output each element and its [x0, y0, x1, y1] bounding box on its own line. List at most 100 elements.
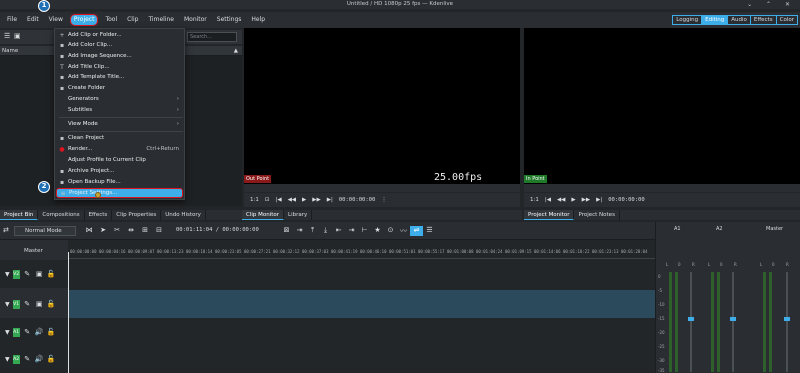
clip-next-icon[interactable]: ▶|: [327, 197, 333, 203]
collapse-icon[interactable]: ▼: [5, 329, 10, 336]
clip-marker-icon[interactable]: ⊡: [265, 197, 270, 203]
track-v1[interactable]: ▼ V1 ✎ ▣ 🔓: [0, 290, 655, 318]
project-forward-icon[interactable]: ▶▶: [582, 197, 590, 203]
menu-adjust-profile[interactable]: Adjust Profile to Current Clip: [56, 155, 183, 165]
snap-icon[interactable]: ⊙: [384, 226, 397, 236]
hide-icon[interactable]: ▣: [35, 270, 44, 278]
bin-folder-icon[interactable]: ▣: [14, 32, 21, 40]
project-monitor-ruler[interactable]: [524, 184, 800, 192]
menu-settings[interactable]: Settings: [212, 12, 247, 28]
bin-header-collapse-icon[interactable]: ▲: [234, 46, 238, 56]
clip-prev-icon[interactable]: |◀: [275, 197, 281, 203]
clip-monitor-ruler[interactable]: [244, 184, 520, 192]
clip-zoom-select[interactable]: 1:1: [250, 197, 259, 203]
menu-generators[interactable]: Generators ›: [56, 94, 183, 104]
track-tag[interactable]: V2: [12, 269, 20, 279]
tab-clip-properties[interactable]: Clip Properties: [112, 210, 162, 220]
tab-clip-monitor[interactable]: Clip Monitor: [242, 210, 285, 220]
effect-icon[interactable]: ✎: [23, 355, 32, 363]
project-rewind-icon[interactable]: ◀◀: [557, 197, 565, 203]
select-tool-icon[interactable]: ➤: [96, 226, 110, 234]
clip-more-icon[interactable]: ⋮: [381, 197, 387, 203]
project-next-icon[interactable]: ▶|: [596, 197, 602, 203]
timeline-timecode[interactable]: 00:01:11:04 / 00:00:00:00: [176, 227, 259, 233]
timeline-menu-icon[interactable]: ☰: [423, 226, 436, 236]
menu-monitor[interactable]: Monitor: [179, 12, 212, 28]
project-monitor-display[interactable]: [524, 28, 800, 174]
cut-tool-icon[interactable]: ✂: [110, 226, 124, 234]
split-icon[interactable]: ⊢: [358, 226, 371, 236]
menu-add-template-title[interactable]: ▪ Add Template Title...: [56, 72, 183, 82]
menu-tool[interactable]: Tool: [100, 12, 122, 28]
workspace-logging[interactable]: Logging: [672, 15, 703, 25]
menu-view-mode[interactable]: View Mode ›: [56, 119, 183, 129]
collapse-icon[interactable]: ▼: [5, 271, 10, 278]
project-timecode-field[interactable]: 00:00:00:00: [608, 197, 644, 203]
clip-rewind-icon[interactable]: ◀◀: [288, 197, 296, 203]
workspace-editing[interactable]: Editing: [701, 15, 729, 25]
menu-help[interactable]: Help: [246, 12, 270, 28]
lock-icon[interactable]: 🔓: [47, 355, 56, 363]
timeline-ruler[interactable]: 00:00:00:00 00:00:04:16 00:00:09:07 00:0…: [68, 247, 655, 259]
bin-column-name[interactable]: Name: [2, 48, 18, 54]
effect-icon[interactable]: ✎: [23, 328, 32, 336]
collapse-icon[interactable]: ▼: [5, 356, 10, 363]
lift-icon[interactable]: ⤒: [306, 226, 319, 236]
tab-effects[interactable]: Effects: [85, 210, 113, 220]
menu-create-folder[interactable]: ▪ Create Folder: [56, 83, 183, 93]
tab-project-bin[interactable]: Project Bin: [0, 210, 39, 220]
ripple-tool-icon[interactable]: ⊟: [152, 226, 166, 234]
menu-clip[interactable]: Clip: [122, 12, 143, 28]
clip-play-icon[interactable]: ▶: [302, 197, 306, 203]
project-prev-icon[interactable]: |◀: [545, 197, 551, 203]
effect-icon[interactable]: ✎: [23, 300, 32, 308]
tab-project-notes[interactable]: Project Notes: [574, 210, 620, 220]
tab-compositions[interactable]: Compositions: [38, 210, 85, 220]
track-a1[interactable]: ▼ A1 ✎ 🔊 🔓: [0, 318, 655, 346]
zone-in-icon[interactable]: ⇤: [332, 226, 345, 236]
timeline-mode-select[interactable]: Normal Mode: [14, 226, 76, 236]
insert-icon[interactable]: ⇥: [293, 226, 306, 236]
workspace-color[interactable]: Color: [775, 15, 798, 25]
star-icon[interactable]: ★: [371, 226, 384, 236]
bin-search-input[interactable]: Search...: [187, 32, 237, 42]
timeline-settings-icon[interactable]: ⇄: [3, 226, 9, 234]
track-tag[interactable]: A2: [12, 354, 20, 364]
clip-forward-icon[interactable]: ▶▶: [312, 197, 320, 203]
collapse-icon[interactable]: ▼: [5, 301, 10, 308]
tab-library[interactable]: Library: [284, 210, 313, 220]
menu-add-color-clip[interactable]: ▪ Add Color Clip...: [56, 40, 183, 50]
bin-menu-icon[interactable]: ☰: [4, 32, 10, 40]
project-zoom-select[interactable]: 1:1: [530, 197, 539, 203]
menu-add-image-sequence[interactable]: ▪ Add Image Sequence...: [56, 51, 183, 61]
effect-icon[interactable]: ✎: [23, 270, 32, 278]
fader-knob[interactable]: [784, 317, 790, 321]
workspace-audio[interactable]: Audio: [727, 15, 751, 25]
project-play-icon[interactable]: ▶: [571, 197, 575, 203]
mute-icon[interactable]: 🔊: [35, 355, 44, 363]
razor-icon[interactable]: ⋈: [82, 226, 96, 234]
tab-undo-history[interactable]: Undo History: [161, 210, 206, 220]
clip-timecode-field[interactable]: 00:00:00:00: [339, 197, 375, 203]
mute-icon[interactable]: 🔊: [35, 328, 44, 336]
menu-archive-project[interactable]: ▪ Archive Project...: [56, 166, 183, 176]
menu-view[interactable]: View: [44, 12, 68, 28]
menu-render[interactable]: ● Render... Ctrl+Return: [56, 144, 183, 154]
menu-file[interactable]: File: [2, 12, 22, 28]
lock-icon[interactable]: 🔓: [47, 270, 56, 278]
menu-open-backup[interactable]: ▪ Open Backup File...: [56, 177, 183, 187]
workspace-effects[interactable]: Effects: [749, 15, 777, 25]
volume-fader[interactable]: [690, 272, 692, 372]
track-tag[interactable]: V1: [12, 299, 20, 309]
hide-icon[interactable]: ▣: [35, 300, 44, 308]
clip-monitor-display[interactable]: [244, 28, 520, 174]
overwrite-icon[interactable]: ⊠: [280, 226, 293, 236]
playhead[interactable]: [68, 252, 69, 373]
extract-icon[interactable]: ⤓: [319, 226, 332, 236]
menu-project[interactable]: Project: [69, 14, 99, 26]
window-controls[interactable]: ⌄ ⌃ ✕: [747, 0, 796, 9]
zone-out-icon[interactable]: ⇥: [345, 226, 358, 236]
menu-subtitles[interactable]: Subtitles ›: [56, 105, 183, 115]
menu-project-settings[interactable]: ≡ Project Settings...: [56, 188, 183, 198]
ripple-mode-icon[interactable]: ⇌: [410, 226, 423, 236]
